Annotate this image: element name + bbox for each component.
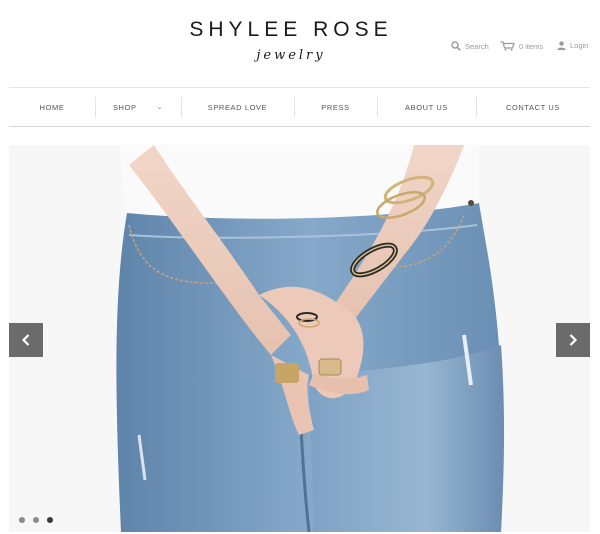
nav-shop[interactable]: SHOP ⌄ bbox=[95, 88, 181, 126]
nav-about-us[interactable]: ABOUT US bbox=[377, 88, 476, 126]
nav-spread-love[interactable]: SPREAD LOVE bbox=[181, 88, 294, 126]
nav-press[interactable]: PRESS bbox=[294, 88, 377, 126]
login-link[interactable]: Login bbox=[557, 41, 588, 50]
nav-about-us-label: ABOUT US bbox=[404, 102, 448, 112]
slider-next-button[interactable] bbox=[556, 323, 590, 357]
nav-home-label: HOME bbox=[39, 102, 65, 112]
nav-contact-us[interactable]: CONTACT US bbox=[476, 88, 590, 126]
main-nav: HOME SHOP ⌄ SPREAD LOVE PRESS ABOUT US C… bbox=[9, 87, 590, 127]
search-icon bbox=[451, 41, 461, 51]
user-icon bbox=[557, 41, 566, 50]
slider-dot-2[interactable] bbox=[33, 517, 39, 523]
nav-contact-us-label: CONTACT US bbox=[505, 102, 561, 112]
chevron-right-icon bbox=[569, 334, 578, 346]
hero-image bbox=[9, 145, 590, 532]
nav-press-label: PRESS bbox=[321, 102, 350, 112]
slider-dot-1[interactable] bbox=[19, 517, 25, 523]
chevron-left-icon bbox=[21, 334, 30, 346]
login-label: Login bbox=[570, 41, 589, 50]
chevron-down-icon: ⌄ bbox=[156, 104, 164, 111]
cart-icon bbox=[500, 41, 515, 51]
search-link[interactable]: Search bbox=[451, 41, 489, 51]
cart-link[interactable]: 0 items bbox=[500, 41, 543, 51]
slider-prev-button[interactable] bbox=[9, 323, 43, 357]
hero-slider[interactable] bbox=[9, 145, 590, 532]
nav-spread-love-label: SPREAD LOVE bbox=[207, 102, 268, 112]
search-label: Search bbox=[465, 41, 489, 51]
nav-home[interactable]: HOME bbox=[9, 88, 95, 126]
slider-pagination bbox=[19, 517, 53, 523]
slider-dot-3[interactable] bbox=[47, 517, 53, 523]
brand-name: SHYLEE ROSE bbox=[189, 18, 393, 41]
nav-shop-label: SHOP bbox=[112, 102, 137, 112]
cart-label: 0 items bbox=[519, 41, 544, 51]
